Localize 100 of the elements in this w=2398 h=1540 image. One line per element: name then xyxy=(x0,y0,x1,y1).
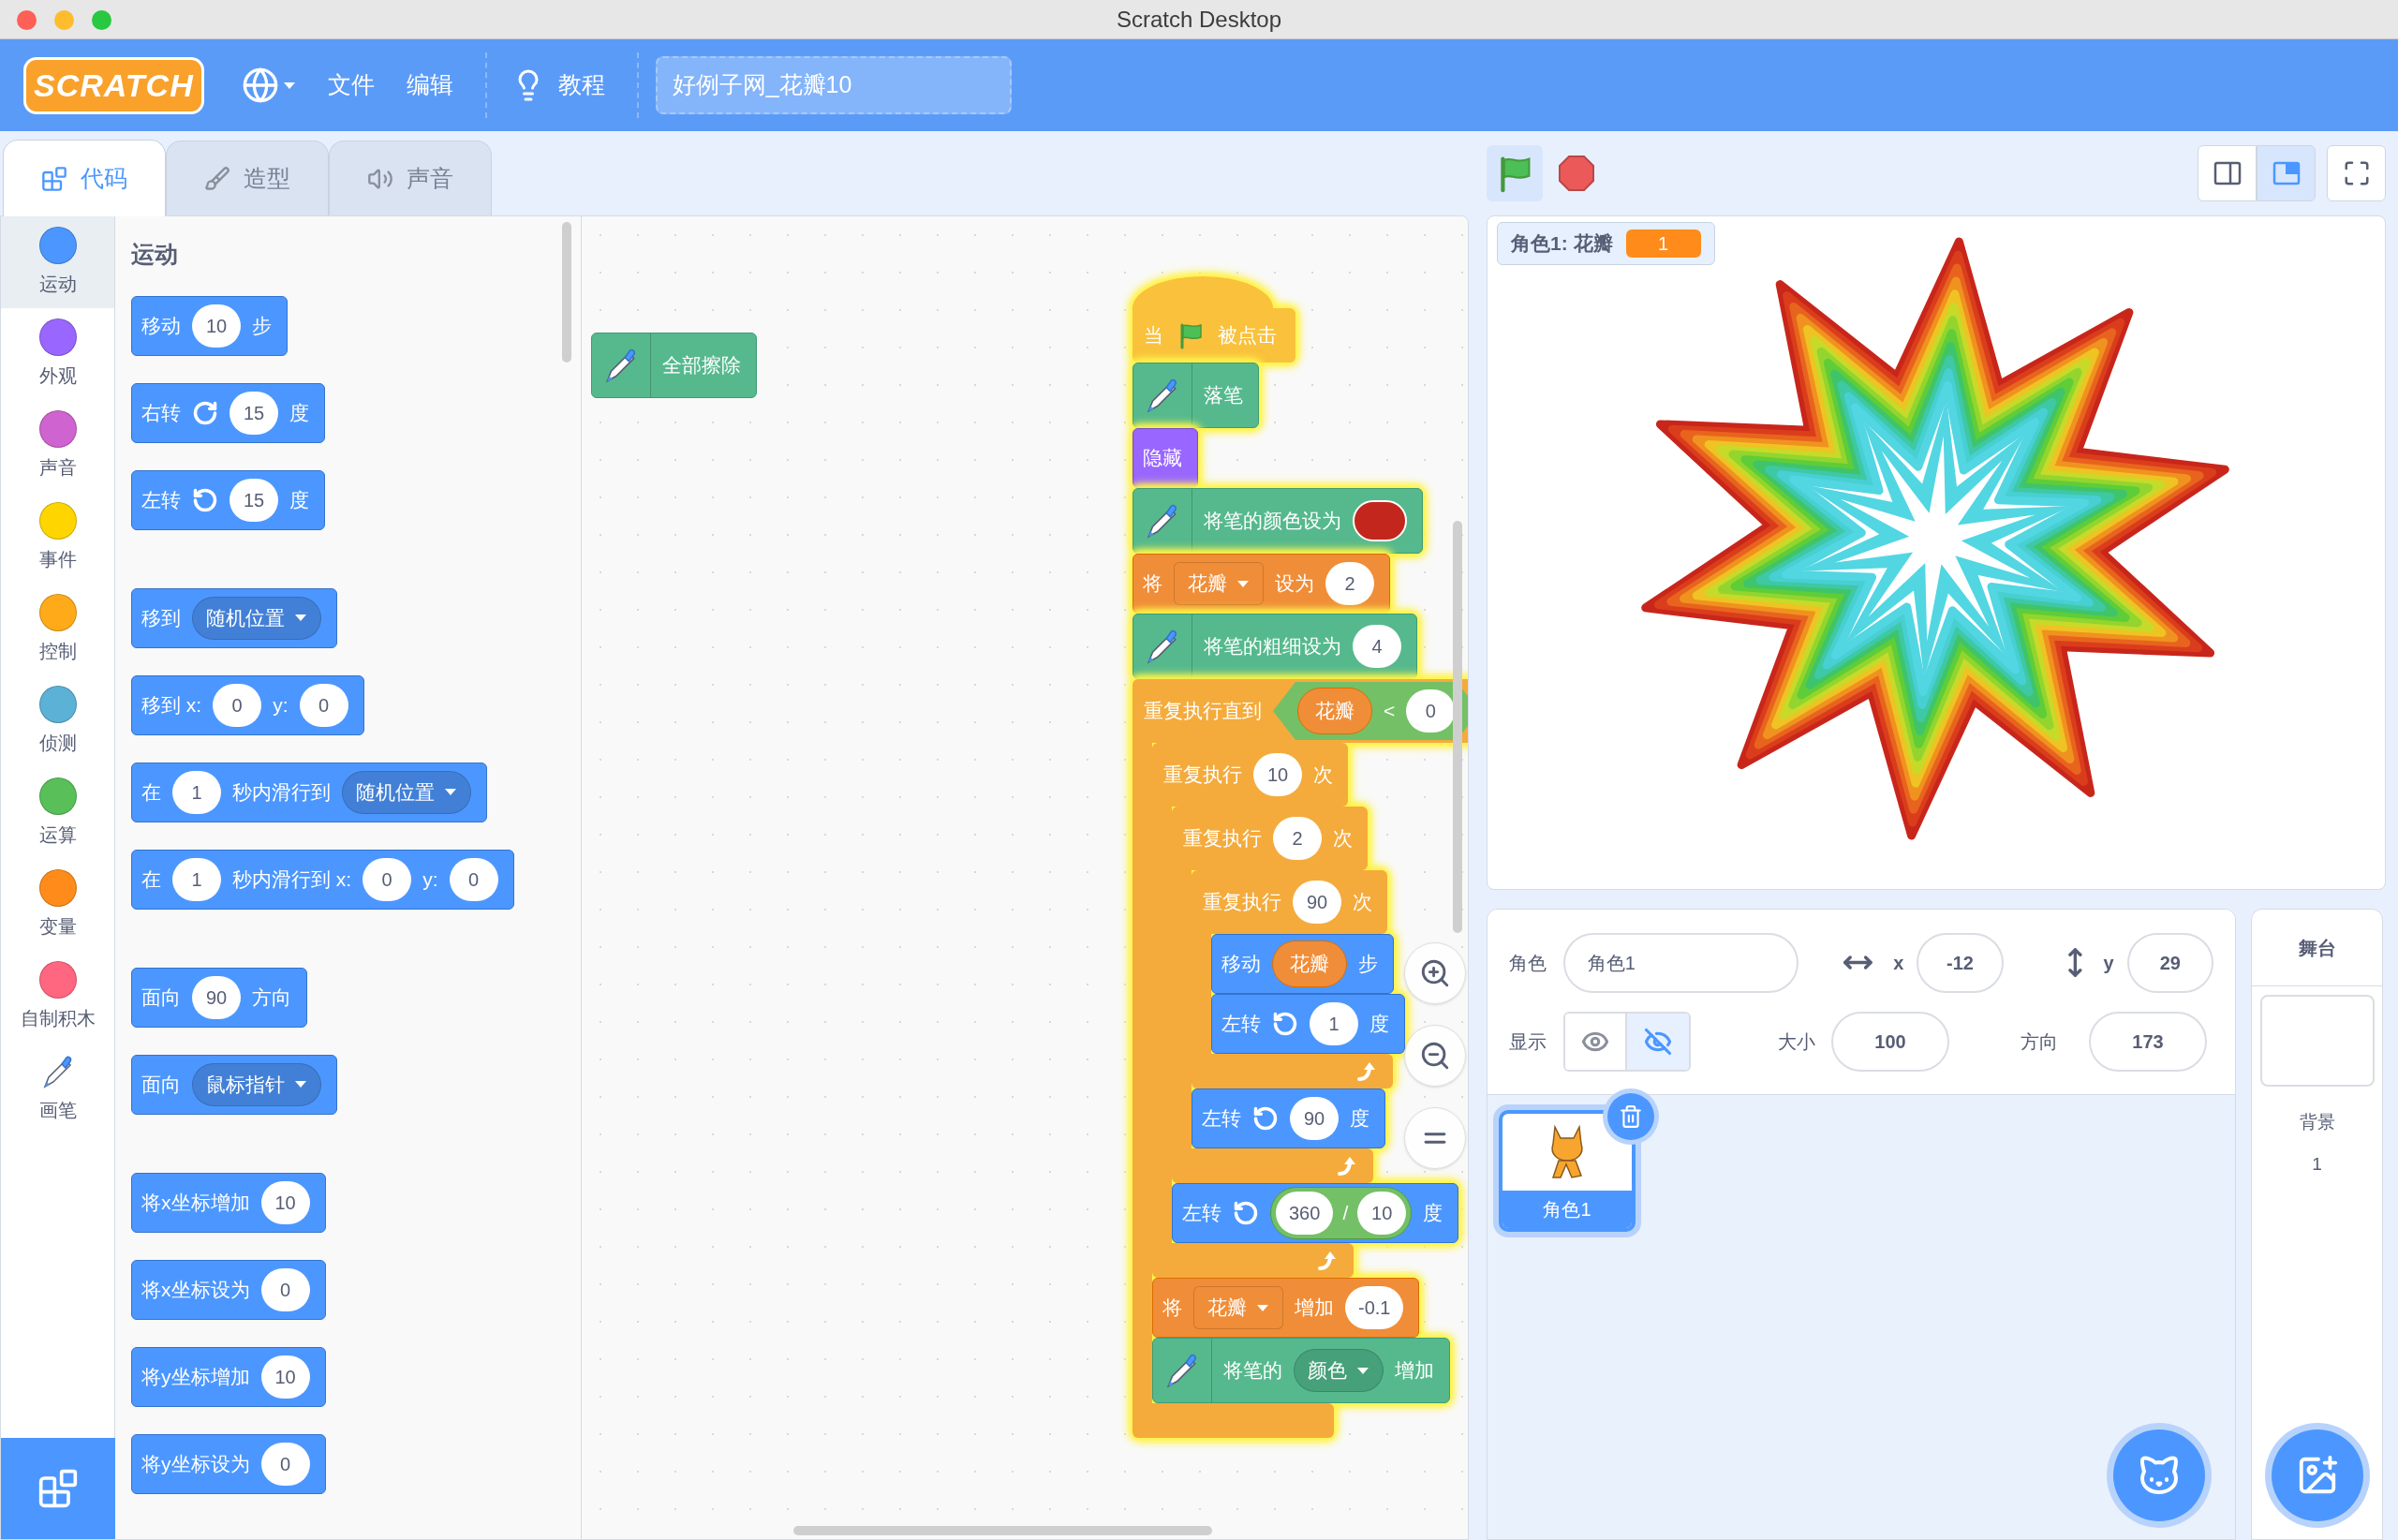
number-input[interactable]: 10 xyxy=(260,1355,310,1399)
block-label: 重复执行 xyxy=(1163,763,1242,788)
backdrops-label: 背景 xyxy=(2299,1111,2335,1133)
size-field[interactable]: 100 xyxy=(1831,1011,1949,1072)
sprite-name-field[interactable]: 角色1 xyxy=(1562,932,1799,993)
zoom-in-button[interactable] xyxy=(1404,942,1466,1004)
code-block[interactable]: 移到 x: 0 y: 0 xyxy=(131,674,364,735)
condition-block[interactable]: 花瓣 < 0 xyxy=(1273,682,1468,740)
block-label: 将笔的粗细设为 xyxy=(1204,634,1341,659)
repeat-block[interactable]: 重复执行 2 次 xyxy=(1172,807,1368,870)
number-input[interactable]: 0 xyxy=(1406,689,1456,733)
backdrop-thumbnail[interactable] xyxy=(2259,995,2375,1087)
code-block[interactable]: 将x坐标增加 10 xyxy=(131,1172,326,1233)
code-block[interactable]: 左转 15 度 xyxy=(131,469,325,530)
code-block[interactable]: 隐藏 xyxy=(1132,428,1198,488)
scrollbar[interactable] xyxy=(793,1526,1212,1535)
number-input[interactable]: 15 xyxy=(229,478,278,522)
small-stage-button[interactable] xyxy=(2198,145,2257,201)
block-label: 将 xyxy=(1162,1296,1182,1321)
repeat-block[interactable]: 重复执行直到 花瓣 < 0 xyxy=(1132,679,1468,743)
number-input[interactable]: 10 xyxy=(192,304,241,348)
number-input[interactable]: 90 xyxy=(192,975,241,1019)
code-block[interactable]: 在 1 秒内滑行到 随机位置 xyxy=(131,762,487,822)
globe-icon xyxy=(241,67,279,104)
number-input[interactable]: 90 xyxy=(1293,881,1341,924)
block-label: / xyxy=(1342,1201,1349,1226)
number-input[interactable]: 0 xyxy=(213,683,262,727)
scrollbar[interactable] xyxy=(562,222,571,363)
add-extension-button[interactable] xyxy=(1,1438,115,1539)
zoom-out-button[interactable] xyxy=(1404,1025,1466,1087)
direction-field[interactable]: 173 xyxy=(2089,1011,2207,1072)
number-input[interactable]: 10 xyxy=(1357,1192,1407,1235)
block-label: 将笔的 xyxy=(1223,1358,1282,1384)
number-input[interactable]: 0 xyxy=(363,857,412,901)
number-input[interactable]: 0 xyxy=(299,683,348,727)
field-label: 显示 xyxy=(1509,1029,1547,1054)
code-block[interactable]: 右转 15 度 xyxy=(131,382,325,443)
y-field[interactable]: 29 xyxy=(2126,932,2213,993)
block-label: 次 xyxy=(1313,763,1333,788)
code-block[interactable]: 将 花瓣 设为 2 xyxy=(1132,554,1390,614)
number-input[interactable]: 2 xyxy=(1273,817,1322,860)
code-block[interactable]: 左转 360 / 10 度 xyxy=(1172,1183,1459,1243)
number-input[interactable]: 1 xyxy=(172,770,221,814)
fullscreen-button[interactable] xyxy=(2327,145,2386,201)
number-input[interactable]: 10 xyxy=(1253,753,1302,796)
block-label: 隐藏 xyxy=(1143,446,1182,471)
block-label: 度 xyxy=(289,400,309,425)
number-input[interactable]: 2 xyxy=(1325,562,1374,605)
number-input[interactable]: 10 xyxy=(260,1180,310,1224)
dropdown-menu[interactable]: 鼠标指针 xyxy=(192,1062,321,1106)
language-menu-button[interactable] xyxy=(241,67,296,104)
number-input[interactable]: 1 xyxy=(172,857,221,901)
number-input[interactable]: 4 xyxy=(1353,625,1401,668)
field-label: 角色 xyxy=(1509,951,1547,975)
reset-zoom-button[interactable] xyxy=(1404,1107,1466,1169)
brush-icon xyxy=(204,165,230,192)
rotate-left-icon xyxy=(1233,1200,1259,1226)
caret-icon xyxy=(294,614,307,622)
number-input[interactable]: 360 xyxy=(1276,1192,1334,1235)
block-label: 次 xyxy=(1353,890,1372,915)
close-window-button[interactable] xyxy=(17,10,37,30)
repeat-block[interactable]: 重复执行 10 次 xyxy=(1152,743,1348,807)
color-swatch[interactable] xyxy=(1353,500,1407,541)
x-field[interactable]: -12 xyxy=(1917,932,2004,993)
show-sprite-button[interactable] xyxy=(1565,1013,1627,1070)
number-input[interactable]: 1 xyxy=(1310,1002,1358,1045)
code-block[interactable]: 将 花瓣 增加 -0.1 xyxy=(1152,1278,1420,1338)
flag-button[interactable] xyxy=(1487,145,1543,201)
repeat-block[interactable]: 重复执行 90 次 xyxy=(1192,870,1387,934)
code-block[interactable]: 面向 90 方向 xyxy=(131,967,307,1028)
category-item[interactable]: 运动 xyxy=(1,216,114,308)
code-block[interactable]: 移到 随机位置 xyxy=(131,587,337,648)
code-block[interactable]: 将笔的粗细设为 4 xyxy=(1132,614,1417,679)
code-block[interactable]: 左转 90 度 xyxy=(1192,1088,1385,1148)
code-block[interactable]: 左转 1 度 xyxy=(1211,994,1405,1054)
code-block[interactable]: 将y坐标设为 0 xyxy=(131,1433,326,1494)
code-block[interactable]: 在 1 秒内滑行到 x: 0 y: 0 xyxy=(131,849,514,910)
code-block[interactable]: 将x坐标设为 0 xyxy=(131,1259,326,1320)
number-input[interactable]: 15 xyxy=(229,391,278,435)
caret-icon xyxy=(282,81,296,90)
operator-block[interactable]: 360 / 10 xyxy=(1270,1187,1413,1239)
eye-off-icon xyxy=(1644,1027,1672,1056)
block-label: 重复执行直到 xyxy=(1144,699,1262,724)
number-input[interactable]: 0 xyxy=(260,1442,310,1486)
code-block[interactable]: 将y坐标增加 10 xyxy=(131,1346,326,1407)
hide-sprite-button[interactable] xyxy=(1627,1013,1689,1070)
scrollbar[interactable] xyxy=(1453,521,1462,933)
number-input[interactable]: 90 xyxy=(1290,1097,1339,1140)
dropdown-menu[interactable]: 随机位置 xyxy=(342,770,471,814)
number-input[interactable]: 0 xyxy=(260,1267,310,1311)
code-block[interactable]: 面向 鼠标指针 xyxy=(131,1054,337,1115)
maximize-window-button[interactable] xyxy=(92,10,111,30)
code-block[interactable]: 移动 10 步 xyxy=(131,295,288,356)
dropdown-menu[interactable]: 随机位置 xyxy=(192,596,321,640)
field-label: x xyxy=(1893,951,1904,975)
block-label: 面向 xyxy=(141,985,181,1010)
block-label: 秒内滑行到 xyxy=(232,779,331,805)
number-input[interactable]: -0.1 xyxy=(1345,1286,1404,1329)
number-input[interactable]: 0 xyxy=(449,857,498,901)
block-label: 移到 xyxy=(141,605,181,630)
